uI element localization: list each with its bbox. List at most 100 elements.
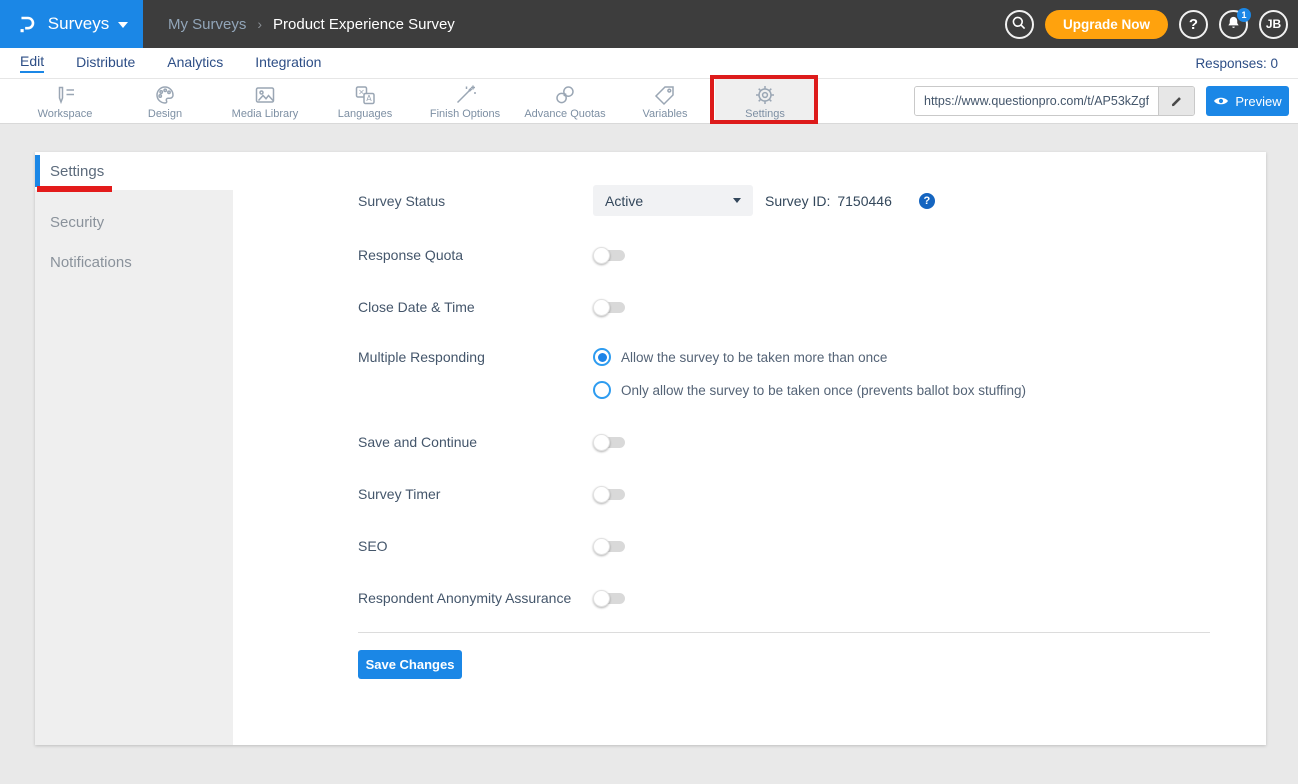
notification-count-badge: 1 — [1237, 8, 1251, 22]
survey-timer-toggle[interactable] — [593, 485, 625, 503]
top-header: Surveys My Surveys › Product Experience … — [0, 0, 1298, 48]
primary-nav: Edit Distribute Analytics Integration Re… — [0, 48, 1298, 78]
toolbar-item-label: Finish Options — [430, 108, 500, 120]
chevron-down-icon — [118, 22, 128, 28]
toolbar-item-languages[interactable]: × A Languages — [315, 78, 415, 124]
user-avatar[interactable]: JB — [1259, 10, 1288, 39]
toolbar-item-variables[interactable]: Variables — [615, 78, 715, 124]
toolbar-item-design[interactable]: Design — [115, 78, 215, 124]
radio-allow-multiple[interactable] — [593, 348, 611, 366]
advance-quotas-icon — [553, 83, 577, 107]
breadcrumb: My Surveys › Product Experience Survey — [168, 16, 455, 33]
toolbar-item-settings[interactable]: Settings — [715, 78, 815, 124]
toolbar-item-finish-options[interactable]: Finish Options — [415, 78, 515, 124]
survey-timer-label: Survey Timer — [358, 486, 593, 502]
save-continue-toggle[interactable] — [593, 433, 625, 451]
row-multiple-responding: Multiple Responding Allow the survey to … — [358, 347, 1226, 367]
toolbar-item-label: Media Library — [232, 108, 299, 120]
sidebar-item-label: Settings — [50, 163, 104, 180]
svg-text:A: A — [366, 94, 372, 103]
breadcrumb-my-surveys[interactable]: My Surveys — [168, 16, 246, 33]
radio-allow-multiple-label: Allow the survey to be taken more than o… — [621, 350, 887, 365]
finish-options-icon — [453, 83, 477, 107]
survey-url-field — [914, 86, 1195, 116]
toolbar-item-label: Workspace — [38, 108, 93, 120]
row-survey-timer: Survey Timer — [358, 484, 1226, 504]
survey-status-dropdown[interactable]: Active — [593, 185, 753, 216]
sidebar-group: Security Notifications — [35, 190, 233, 745]
settings-sidebar: Settings Security Notifications — [35, 152, 233, 745]
product-label: Surveys — [48, 14, 109, 34]
toolbar-item-label: Design — [148, 108, 182, 120]
row-close-date: Close Date & Time — [358, 297, 1226, 317]
tab-integration[interactable]: Integration — [255, 54, 321, 72]
search-button[interactable] — [1005, 10, 1034, 39]
close-date-label: Close Date & Time — [358, 299, 593, 315]
response-quota-label: Response Quota — [358, 247, 593, 263]
toolbar-item-media-library[interactable]: Media Library — [215, 78, 315, 124]
settings-icon — [753, 83, 777, 107]
row-multiple-responding-option2: Only allow the survey to be taken once (… — [358, 380, 1226, 400]
anonymity-toggle[interactable] — [593, 589, 625, 607]
question-mark-icon: ? — [1189, 16, 1198, 33]
product-switcher[interactable]: Surveys — [0, 0, 143, 48]
sidebar-item-label: Security — [50, 214, 104, 231]
page-title: Product Experience Survey — [273, 16, 455, 33]
search-icon — [1011, 15, 1027, 34]
app-window: Surveys My Surveys › Product Experience … — [0, 0, 1298, 784]
toolbar-item-label: Advance Quotas — [524, 108, 605, 120]
toolbar-item-label: Settings — [745, 108, 785, 120]
close-date-toggle[interactable] — [593, 298, 625, 316]
anonymity-label: Respondent Anonymity Assurance — [358, 590, 593, 606]
tab-distribute[interactable]: Distribute — [76, 54, 135, 72]
form-divider — [358, 632, 1210, 633]
row-seo: SEO — [358, 536, 1226, 556]
settings-form: Survey Status Active Survey ID: 7150446 … — [323, 152, 1266, 745]
row-survey-status: Survey Status Active Survey ID: 7150446 … — [358, 185, 1226, 216]
breadcrumb-separator: › — [257, 16, 262, 32]
save-changes-button[interactable]: Save Changes — [358, 650, 462, 679]
save-continue-label: Save and Continue — [358, 434, 593, 450]
upgrade-now-button[interactable]: Upgrade Now — [1045, 10, 1168, 39]
nav-tabs: Edit Distribute Analytics Integration — [20, 53, 321, 73]
radio-only-once-label: Only allow the survey to be taken once (… — [621, 383, 1026, 398]
pencil-icon — [1170, 94, 1184, 108]
preview-label: Preview — [1235, 94, 1281, 109]
sidebar-item-security[interactable]: Security — [35, 202, 233, 242]
edit-toolbar: Workspace Design Media Library — [0, 78, 1298, 124]
sidebar-item-settings[interactable]: Settings — [35, 152, 233, 190]
toolbar-item-label: Languages — [338, 108, 392, 120]
radio-only-once[interactable] — [593, 381, 611, 399]
toolbar-right: Preview — [914, 86, 1298, 116]
design-icon — [153, 83, 177, 107]
seo-toggle[interactable] — [593, 537, 625, 555]
radio-selected-dot — [598, 353, 607, 362]
workspace-icon — [53, 83, 77, 107]
toolbar-item-advance-quotas[interactable]: Advance Quotas — [515, 78, 615, 124]
notifications-button[interactable]: 1 — [1219, 10, 1248, 39]
preview-button[interactable]: Preview — [1206, 86, 1289, 116]
header-actions: Upgrade Now ? 1 JB — [1005, 10, 1298, 39]
languages-icon: × A — [353, 83, 377, 107]
sidebar-item-notifications[interactable]: Notifications — [35, 242, 233, 282]
avatar-initials: JB — [1266, 17, 1281, 31]
responses-count[interactable]: Responses: 0 — [1195, 56, 1278, 71]
edit-url-button[interactable] — [1158, 87, 1194, 115]
questionpro-logo-icon — [15, 12, 39, 36]
survey-url-input[interactable] — [915, 87, 1158, 115]
row-response-quota: Response Quota — [358, 245, 1226, 265]
help-button[interactable]: ? — [1179, 10, 1208, 39]
sidebar-item-label: Notifications — [50, 254, 132, 271]
row-anonymity: Respondent Anonymity Assurance — [358, 588, 1226, 608]
response-quota-toggle[interactable] — [593, 246, 625, 264]
toolbar-item-workspace[interactable]: Workspace — [15, 78, 115, 124]
survey-id-help-icon[interactable]: ? — [919, 193, 935, 209]
tab-analytics[interactable]: Analytics — [167, 54, 223, 72]
toolbar-item-label: Variables — [642, 108, 687, 120]
survey-status-value: Active — [605, 193, 733, 209]
eye-icon — [1213, 95, 1229, 107]
survey-id-value: 7150446 — [837, 193, 892, 209]
chevron-down-icon — [733, 198, 741, 203]
tab-edit[interactable]: Edit — [20, 53, 44, 73]
survey-id-label: Survey ID: — [765, 193, 830, 209]
